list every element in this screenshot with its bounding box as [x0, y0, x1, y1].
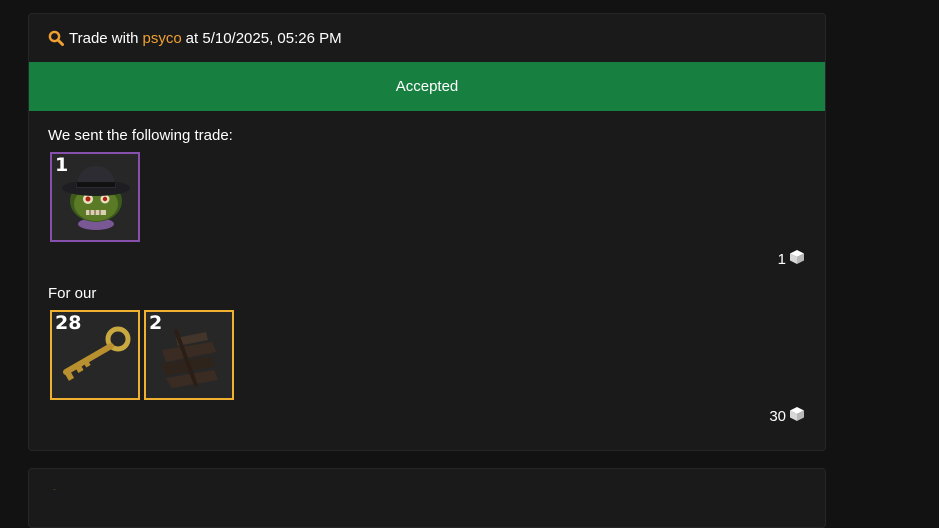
- next-trade-header: [29, 469, 825, 490]
- search-icon[interactable]: [48, 489, 64, 490]
- trade-prefix: Trade with: [69, 29, 139, 47]
- item-tile-zombie-hat[interactable]: 1: [50, 152, 140, 242]
- status-banner: Accepted: [29, 62, 825, 111]
- trade-card: Trade with psyco at 5/10/2025, 05:26 PM …: [28, 13, 826, 451]
- item-quantity: 2: [149, 312, 163, 334]
- sent-label: We sent the following trade:: [48, 127, 233, 144]
- trader-link[interactable]: psyco: [142, 30, 181, 47]
- item-quantity: 1: [55, 154, 69, 176]
- received-count-value: 30: [769, 407, 786, 425]
- search-icon[interactable]: [48, 30, 64, 46]
- sent-count-value: 1: [777, 250, 786, 268]
- status-text: Accepted: [395, 78, 459, 95]
- trade-time: at 5/10/2025, 05:26 PM: [185, 29, 342, 47]
- item-tile-metal[interactable]: 2: [144, 310, 234, 400]
- trade-header: Trade with psyco at 5/10/2025, 05:26 PM: [29, 14, 825, 62]
- received-label: For our: [48, 285, 97, 302]
- cube-icon: [789, 406, 805, 426]
- cube-icon: [789, 249, 805, 269]
- item-quantity: 28: [55, 312, 82, 334]
- next-trade-card: [28, 468, 826, 528]
- item-tile-key[interactable]: 28: [50, 310, 140, 400]
- sent-count: 1: [778, 249, 805, 269]
- received-count: 30: [769, 406, 805, 426]
